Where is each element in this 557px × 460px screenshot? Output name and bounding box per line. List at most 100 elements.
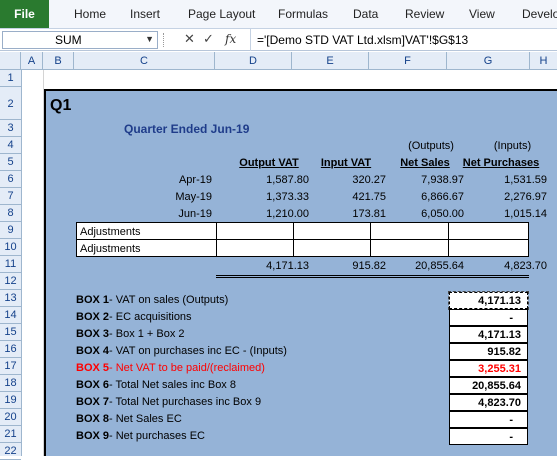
row-header-7[interactable]: 7 [0, 188, 21, 205]
box-4-value[interactable]: 915.82 [449, 343, 528, 360]
total-net-purchases: 4,823.70 [504, 259, 547, 272]
box-desc: - VAT on sales (Outputs) [109, 293, 229, 306]
row-header-2[interactable]: 2 [0, 89, 21, 120]
adjustment-net-sales-cell[interactable] [370, 222, 449, 240]
box-key: BOX 4 [76, 344, 110, 357]
month-label: Apr-19 [178, 173, 212, 186]
adjustment-net-sales-cell[interactable] [370, 239, 449, 257]
row-header-9[interactable]: 9 [0, 222, 21, 239]
tab-developer[interactable]: Develo [522, 0, 557, 28]
row-header-14[interactable]: 14 [0, 307, 21, 324]
adjustment-net-purchases-cell[interactable] [448, 239, 529, 257]
column-header-a[interactable]: A [21, 52, 43, 69]
enter-check-icon[interactable]: ✓ [203, 31, 214, 47]
row-header-6[interactable]: 6 [0, 171, 21, 188]
row-header-8[interactable]: 8 [0, 205, 21, 222]
box-key: BOX 1 [76, 293, 110, 306]
tab-page-layout[interactable]: Page Layout [188, 0, 255, 28]
row-header-19[interactable]: 19 [0, 392, 21, 409]
insert-function-icon[interactable]: fx [225, 32, 236, 46]
tab-data[interactable]: Data [353, 0, 378, 28]
row-header-17[interactable]: 17 [0, 358, 21, 375]
adjustment-input-vat-cell[interactable] [293, 239, 371, 257]
box-4-label: BOX 4 - VAT on purchases inc EC - (Input… [76, 342, 287, 359]
column-header-g[interactable]: G [447, 52, 530, 69]
file-tab[interactable]: File [0, 0, 49, 28]
row-header-20[interactable]: 20 [0, 409, 21, 426]
row-header-12[interactable]: 12 [0, 273, 21, 290]
adjustment-output-vat-cell[interactable] [216, 239, 294, 257]
box-key: BOX 8 [76, 412, 110, 425]
row-header-15[interactable]: 15 [0, 324, 21, 341]
column-header-f[interactable]: F [369, 52, 447, 69]
box-desc: - VAT on purchases inc EC - (Inputs) [109, 344, 287, 357]
box-1-value[interactable]: 4,171.13 [448, 291, 529, 310]
net-purchases-value: 1,531.59 [504, 173, 547, 186]
row-header-13[interactable]: 13 [0, 290, 21, 307]
row-header-4[interactable]: 4 [0, 137, 21, 154]
row-header-21[interactable]: 21 [0, 426, 21, 443]
box-7-value[interactable]: 4,823.70 [449, 394, 528, 411]
month-label: Jun-19 [178, 207, 212, 220]
chevron-down-icon[interactable]: ▼ [145, 34, 154, 44]
box-8-value[interactable]: - [449, 411, 528, 428]
adjustments-label: Adjustments [80, 242, 141, 255]
column-header-c[interactable]: C [74, 52, 215, 69]
column-header-b[interactable]: B [43, 52, 74, 69]
row-header-18[interactable]: 18 [0, 375, 21, 392]
row-header-11[interactable]: 11 [0, 256, 21, 273]
adjustments-label: Adjustments [80, 225, 141, 238]
worksheet[interactable]: Q1 Quarter Ended Jun-19 (Outputs) (Input… [22, 70, 557, 456]
box-7-label: BOX 7 - Total Net purchases inc Box 9 [76, 393, 261, 410]
box-9-value[interactable]: - [449, 428, 528, 445]
formula-input[interactable]: ='[Demo STD VAT Ltd.xlsm]VAT'!$G$13 [250, 29, 557, 51]
box-key: BOX 9 [76, 429, 110, 442]
net-purchases-value: 2,276.97 [504, 190, 547, 203]
name-box-value: SUM [55, 33, 82, 47]
header-input-vat: Input VAT [320, 156, 372, 169]
ribbon: File Home Insert Page Layout Formulas Da… [0, 0, 557, 29]
adjustments-label-cell[interactable]: Adjustments [76, 222, 217, 240]
column-header-d[interactable]: D [215, 52, 292, 69]
row-header-22[interactable]: 22 [0, 443, 21, 460]
row-header-5[interactable]: 5 [0, 154, 21, 171]
box-3-label: BOX 3 - Box 1 + Box 2 [76, 325, 185, 342]
box-2-value[interactable]: - [449, 309, 528, 326]
row-header-10[interactable]: 10 [0, 239, 21, 256]
box-1-label: BOX 1 - VAT on sales (Outputs) [76, 291, 228, 308]
box-desc: - Total Net sales inc Box 8 [109, 378, 236, 391]
header-net-purchases: Net Purchases [462, 156, 540, 169]
box-6-label: BOX 6 - Total Net sales inc Box 8 [76, 376, 236, 393]
box-6-value[interactable]: 20,855.64 [449, 377, 528, 394]
column-header-e[interactable]: E [292, 52, 369, 69]
row-header-3[interactable]: 3 [0, 120, 21, 137]
tab-view[interactable]: View [469, 0, 495, 28]
box-desc: - Net Sales EC [109, 412, 182, 425]
adjustment-input-vat-cell[interactable] [293, 222, 371, 240]
tab-insert[interactable]: Insert [130, 0, 160, 28]
box-desc: - Total Net purchases inc Box 9 [109, 395, 262, 408]
adjustment-output-vat-cell[interactable] [216, 222, 294, 240]
name-box[interactable]: SUM ▼ [2, 31, 158, 49]
cancel-icon[interactable]: ✕ [184, 31, 195, 47]
box-8-label: BOX 8 - Net Sales EC [76, 410, 182, 427]
tab-review[interactable]: Review [405, 0, 444, 28]
net-purchases-value: 1,015.14 [504, 207, 547, 220]
box-2-label: BOX 2 - EC acquisitions [76, 308, 192, 325]
box-3-value[interactable]: 4,171.13 [449, 326, 528, 343]
adjustments-label-cell[interactable]: Adjustments [76, 239, 217, 257]
box-desc: - Net purchases EC [109, 429, 205, 442]
row-header-1[interactable]: 1 [0, 70, 21, 87]
inputs-label: (Inputs) [493, 139, 532, 152]
totals-rule [216, 275, 529, 278]
divider [163, 33, 167, 47]
box-9-label: BOX 9 - Net purchases EC [76, 427, 205, 444]
column-header-h[interactable]: H [530, 52, 557, 69]
tab-home[interactable]: Home [74, 0, 106, 28]
box-5-value[interactable]: 3,255.31 [449, 360, 528, 377]
box-desc: - EC acquisitions [109, 310, 192, 323]
select-all-corner[interactable] [0, 52, 21, 69]
row-header-16[interactable]: 16 [0, 341, 21, 358]
tab-formulas[interactable]: Formulas [278, 0, 328, 28]
adjustment-net-purchases-cell[interactable] [448, 222, 529, 240]
